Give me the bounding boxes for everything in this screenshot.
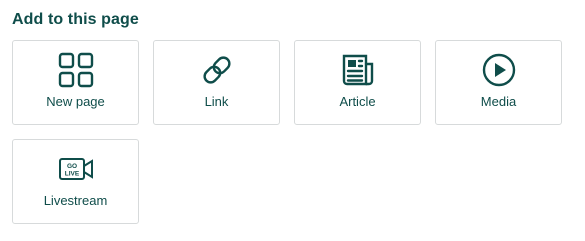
- new-page-tile[interactable]: New page: [12, 40, 139, 125]
- media-label: Media: [480, 94, 517, 109]
- media-tile[interactable]: Media: [435, 40, 562, 125]
- go-text: GO: [66, 163, 76, 170]
- new-page-label: New page: [46, 94, 105, 109]
- grid-four-squares-icon: [57, 51, 95, 89]
- live-text: LIVE: [64, 171, 79, 178]
- add-to-page-panel: Add to this page New page Link Article M…: [0, 0, 585, 241]
- article-label: Article: [339, 94, 376, 109]
- livestream-tile[interactable]: GO LIVE Livestream: [12, 139, 139, 224]
- add-options-grid: New page Link Article Media GO LIVE Live…: [12, 40, 562, 224]
- link-tile[interactable]: Link: [153, 40, 280, 125]
- newspaper-icon: [339, 51, 377, 89]
- article-tile[interactable]: Article: [294, 40, 421, 125]
- chain-link-icon: [198, 51, 236, 89]
- livestream-label: Livestream: [43, 193, 108, 208]
- link-label: Link: [204, 94, 229, 109]
- panel-title: Add to this page: [12, 11, 139, 28]
- go-live-camera-icon: GO LIVE: [57, 150, 95, 188]
- play-circle-icon: [480, 51, 518, 89]
